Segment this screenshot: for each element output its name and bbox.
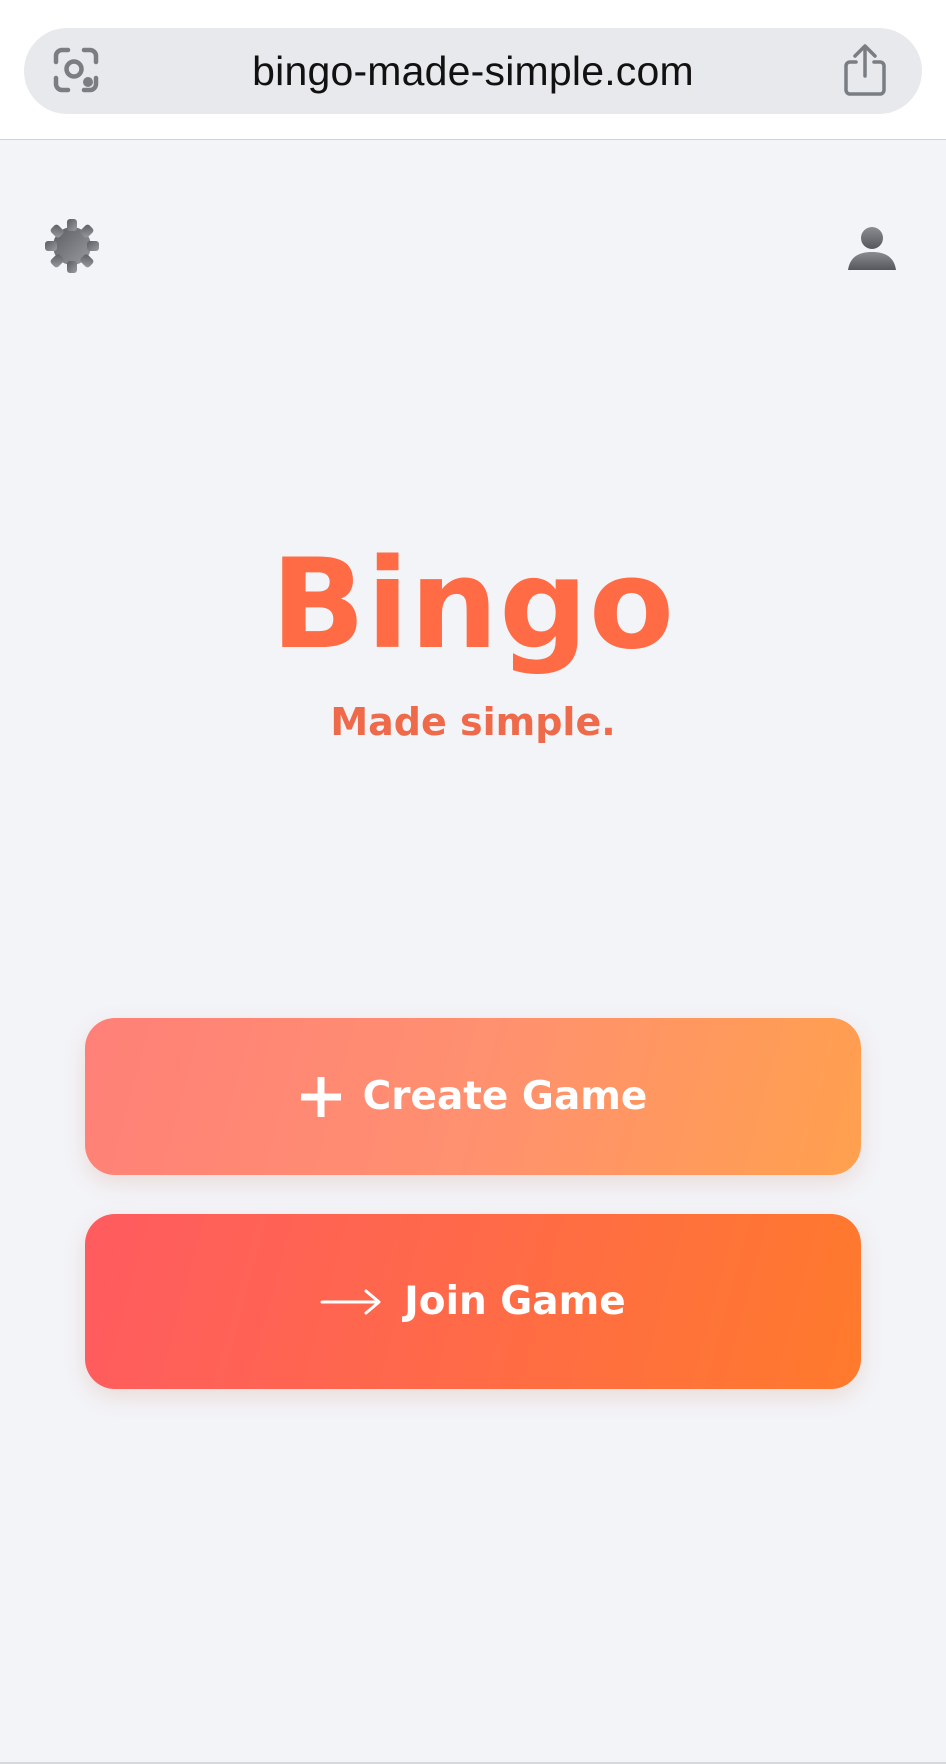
page-content (0, 141, 946, 1764)
create-game-label: Create Game (362, 1074, 648, 1119)
lens-icon[interactable] (50, 44, 102, 96)
app-subtitle: Made simple. (330, 700, 616, 744)
address-bar[interactable]: bingo-made-simple.com (24, 28, 922, 114)
arrow-right-icon (320, 1287, 382, 1317)
join-game-button[interactable]: Join Game (85, 1214, 861, 1389)
join-game-label: Join Game (404, 1279, 626, 1324)
url-text[interactable]: bingo-made-simple.com (24, 28, 922, 114)
create-game-button[interactable]: Create Game (85, 1018, 861, 1175)
app-title: Bingo (270, 533, 676, 677)
browser-bar: bingo-made-simple.com (0, 0, 946, 140)
user-icon[interactable] (846, 226, 898, 272)
gear-icon[interactable] (44, 218, 100, 274)
plus-icon (299, 1075, 343, 1119)
share-icon[interactable] (840, 42, 890, 98)
